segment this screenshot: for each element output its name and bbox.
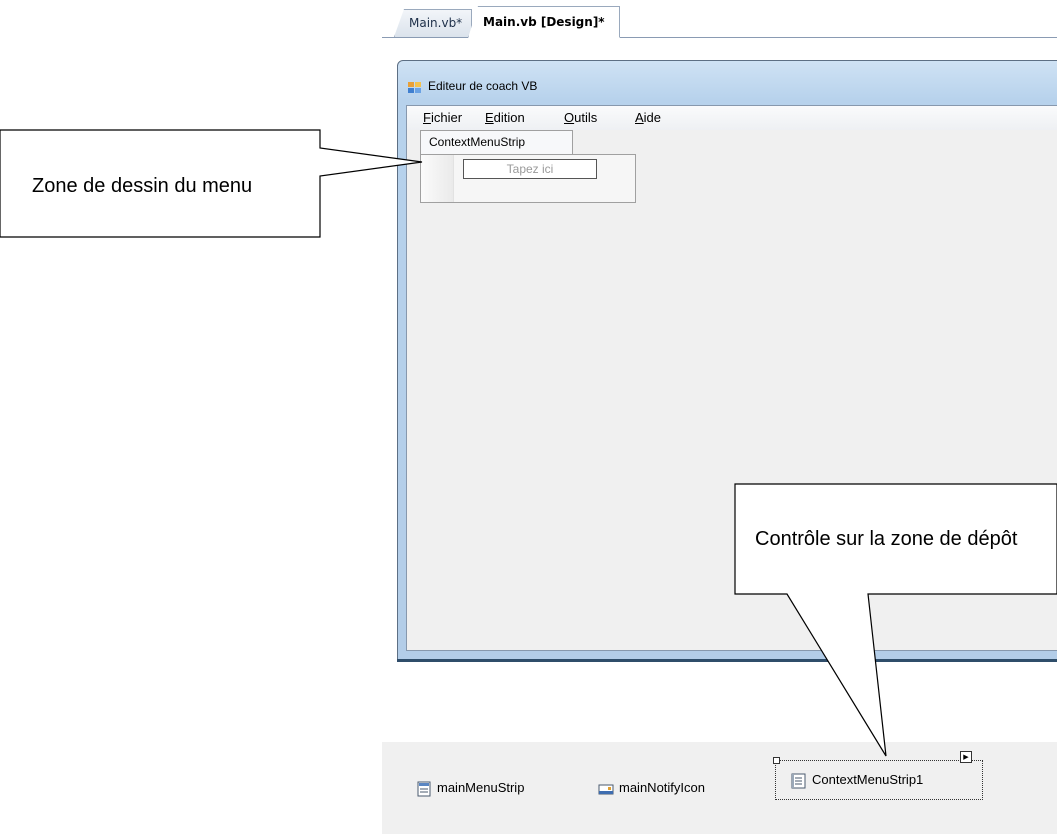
callout-shapes xyxy=(0,129,1057,757)
callout-drop-zone-text: Contrôle sur la zone de dépôt xyxy=(755,528,1018,550)
callout-drawing-zone-text: Zone de dessin du menu xyxy=(32,175,253,197)
callout-drop-zone-shape xyxy=(734,483,1057,757)
